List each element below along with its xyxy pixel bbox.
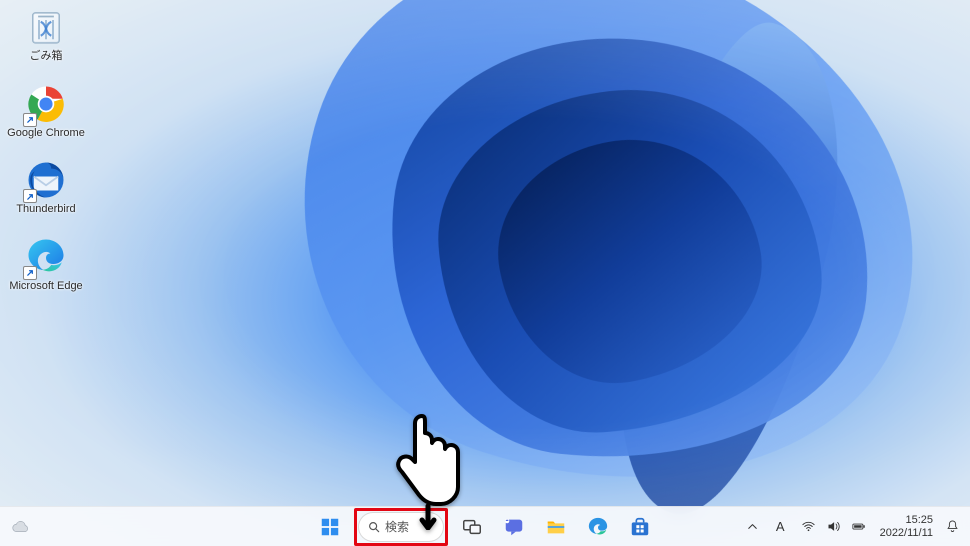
search-icon: [367, 520, 381, 534]
chat-button[interactable]: [496, 511, 532, 543]
start-button[interactable]: [312, 511, 348, 543]
desktop-icons: ごみ箱 Google Chrome: [6, 6, 86, 293]
tray-date: 2022/11/11: [880, 527, 933, 540]
desktop-icon-label: ごみ箱: [30, 50, 63, 63]
edge-icon: [587, 516, 609, 538]
desktop-icon-edge[interactable]: Microsoft Edge: [6, 236, 86, 293]
widgets-button[interactable]: [0, 511, 44, 543]
tray-time: 15:25: [880, 514, 933, 527]
battery-icon: [851, 519, 866, 534]
edge-icon: [25, 236, 67, 278]
bell-icon: [945, 519, 960, 534]
store-icon: [629, 516, 651, 538]
folder-icon: [545, 516, 567, 538]
chevron-up-icon: [745, 519, 760, 534]
ime-indicator[interactable]: A: [770, 511, 791, 543]
task-view-icon: [461, 516, 483, 538]
volume-icon: [826, 519, 841, 534]
instruction-highlight: 検索: [354, 508, 448, 546]
desktop-icon-label: Thunderbird: [16, 203, 75, 216]
clock-button[interactable]: 15:25 2022/11/11: [876, 511, 937, 543]
recyclebin-icon: [25, 6, 67, 48]
notifications-button[interactable]: [941, 511, 964, 543]
wallpaper-vignette: [0, 0, 970, 546]
weather-icon: [10, 516, 32, 538]
taskbar: 検索: [0, 506, 970, 546]
taskbar-search[interactable]: 検索: [358, 512, 444, 542]
quick-settings-button[interactable]: [795, 511, 872, 543]
desktop-icon-label: Google Chrome: [7, 127, 85, 140]
task-view-button[interactable]: [454, 511, 490, 543]
taskbar-app-edge[interactable]: [580, 511, 616, 543]
taskbar-app-store[interactable]: [622, 511, 658, 543]
desktop-icon-recyclebin[interactable]: ごみ箱: [6, 6, 86, 63]
taskbar-search-placeholder: 検索: [385, 518, 409, 535]
thunderbird-icon: [25, 159, 67, 201]
chrome-icon: [25, 83, 67, 125]
chat-icon: [503, 516, 525, 538]
tray-overflow-button[interactable]: [739, 511, 766, 543]
shortcut-badge-icon: [23, 113, 37, 127]
desktop-icon-label: Microsoft Edge: [9, 280, 82, 293]
desktop-icon-chrome[interactable]: Google Chrome: [6, 83, 86, 140]
shortcut-badge-icon: [23, 266, 37, 280]
desktop[interactable]: ごみ箱 Google Chrome: [0, 0, 970, 546]
ime-mode-label: A: [776, 519, 785, 534]
system-tray: A 15:25 2022/11/11: [739, 507, 964, 546]
shortcut-badge-icon: [23, 189, 37, 203]
desktop-icon-thunderbird[interactable]: Thunderbird: [6, 159, 86, 216]
wifi-icon: [801, 519, 816, 534]
file-explorer-button[interactable]: [538, 511, 574, 543]
windows-icon: [319, 516, 341, 538]
